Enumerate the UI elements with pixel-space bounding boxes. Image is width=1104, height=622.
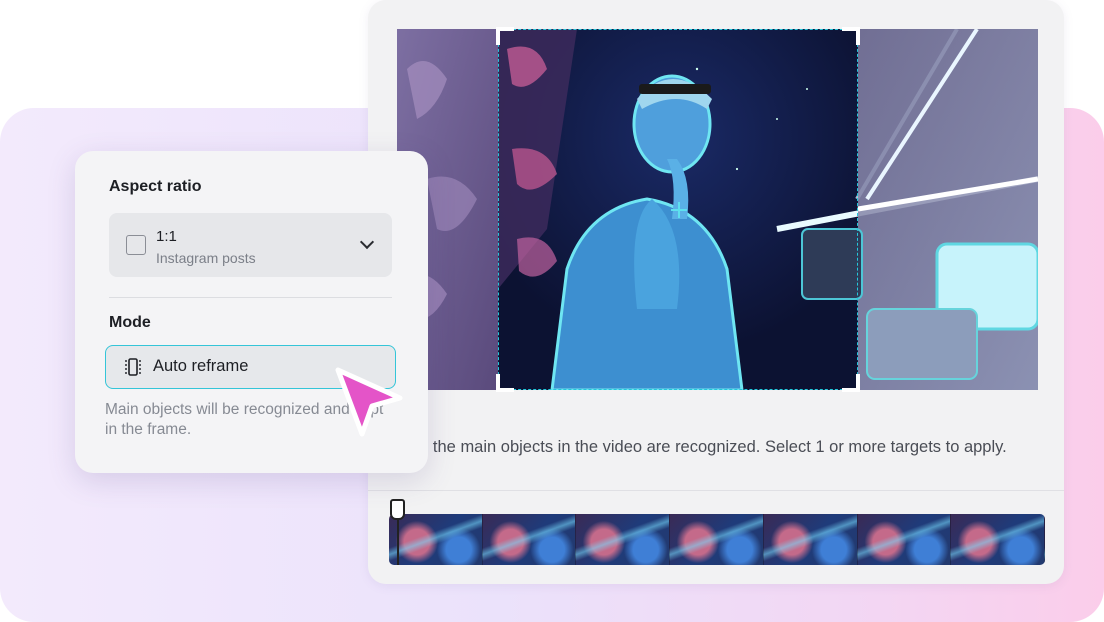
crop-handle-bottom-left[interactable]	[496, 374, 514, 392]
ratio-subtitle: Instagram posts	[156, 250, 256, 266]
auto-reframe-label: Auto reframe	[153, 357, 249, 375]
crop-handle-bottom-right[interactable]	[842, 374, 860, 392]
square-ratio-icon	[126, 235, 146, 255]
crop-handle-top-left[interactable]	[496, 27, 514, 45]
timeline-thumbnail	[670, 514, 764, 565]
timeline-thumbnail	[951, 514, 1045, 565]
playhead-handle[interactable]	[390, 499, 405, 520]
playhead-line	[397, 518, 399, 565]
timeline-thumbnail	[389, 514, 483, 565]
timeline-thumbnail	[482, 514, 577, 565]
pointer-cursor-icon	[335, 367, 403, 437]
timeline-thumbnail	[857, 514, 952, 565]
timeline-thumbnail	[763, 514, 858, 565]
panel-divider	[109, 297, 392, 298]
crop-handle-top-right[interactable]	[842, 27, 860, 45]
mode-title: Mode	[109, 314, 151, 331]
ratio-value: 1:1	[156, 228, 177, 245]
timeline-strip[interactable]	[389, 514, 1045, 565]
recognition-info-text: All the main objects in the video are re…	[410, 438, 1007, 456]
crosshair-icon[interactable]	[671, 202, 687, 218]
reframe-icon	[125, 358, 141, 376]
aspect-ratio-title: Aspect ratio	[109, 178, 202, 195]
timeline-thumbnail	[576, 514, 671, 565]
timeline-divider	[368, 490, 1064, 491]
aspect-ratio-select[interactable]	[109, 213, 392, 277]
